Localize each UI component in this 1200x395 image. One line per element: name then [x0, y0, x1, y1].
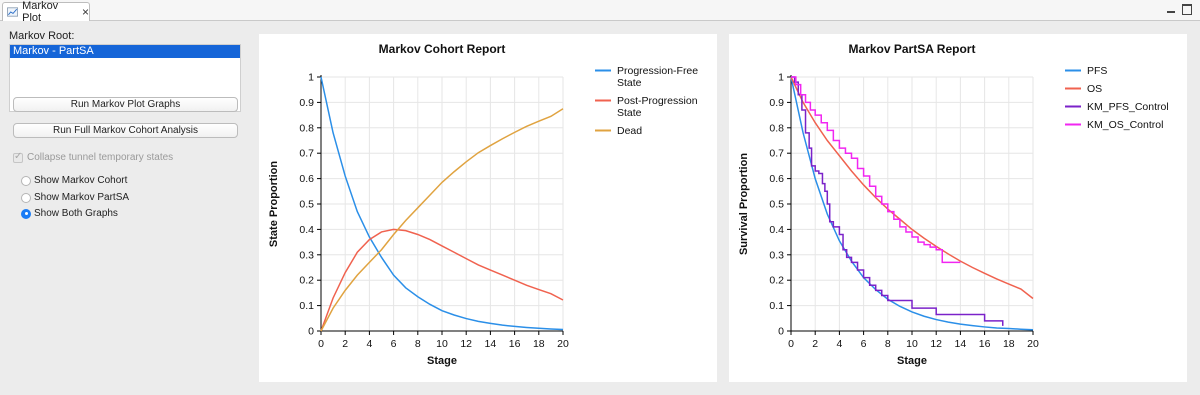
radio-label: Show Markov Cohort — [34, 175, 128, 186]
x-tick-label: 6 — [861, 338, 867, 350]
x-tick-label: 0 — [788, 338, 794, 350]
y-tick-label: 0.7 — [299, 148, 314, 160]
x-tick-label: 6 — [391, 338, 397, 350]
x-tick-label: 18 — [1003, 338, 1015, 350]
x-tick-label: 14 — [485, 338, 497, 350]
partsa-chart-panel: Markov PartSA Report 0 0.1 0.2 0.3 0.4 0.5 0.6 0… — [729, 34, 1187, 382]
legend-label: Progression-Free State — [617, 65, 698, 89]
run-markov-plot-graphs-button[interactable]: Run Markov Plot Graphs — [13, 97, 238, 112]
tab-bar: Markov Plot × — [0, 0, 1200, 24]
partsa-chart: Markov PartSA Report 0 0.1 0.2 0.3 0.4 0.5 0.6 0… — [738, 42, 1169, 367]
x-tick-label: 4 — [366, 338, 372, 350]
legend-label: KM_OS_Control — [1087, 119, 1163, 131]
list-item[interactable]: Markov - PartSA — [10, 45, 240, 58]
y-tick-label: 0.3 — [769, 249, 784, 261]
cohort-chart-panel: Markov Cohort Report 0 0.1 0.2 0.3 0.4 0.5 0.6 0… — [259, 34, 717, 382]
maximize-button[interactable] — [1182, 4, 1192, 15]
legend-label: PFS — [1087, 65, 1107, 77]
y-tick-label: 0.2 — [299, 275, 314, 287]
y-tick-label: 0.6 — [769, 173, 784, 185]
y-tick-label: 0.6 — [299, 173, 314, 185]
tab-label: Markov Plot — [22, 0, 59, 24]
x-tick-label: 20 — [557, 338, 569, 350]
y-tick-label: 0.5 — [769, 199, 784, 211]
x-tick-label: 12 — [930, 338, 942, 350]
y-tick-label: 1 — [778, 72, 784, 84]
chart-title: Markov Cohort Report — [379, 42, 506, 56]
x-axis-label: Stage — [427, 355, 457, 367]
y-axis-label: State Proportion — [268, 161, 280, 247]
x-tick-label: 10 — [436, 338, 448, 350]
radio-label: Show Both Graphs — [34, 208, 118, 219]
minimize-button[interactable] — [1166, 4, 1176, 14]
x-tick-label: 4 — [836, 338, 842, 350]
radio-show-markov-cohort[interactable]: Show Markov Cohort — [21, 175, 127, 186]
radio-show-markov-partsa[interactable]: Show Markov PartSA — [21, 192, 129, 203]
y-tick-label: 0.9 — [299, 97, 314, 109]
x-tick-label: 14 — [955, 338, 967, 350]
x-tick-label: 10 — [906, 338, 918, 350]
x-tick-label: 18 — [533, 338, 545, 350]
collapse-tunnel-label: Collapse tunnel temporary states — [27, 152, 174, 163]
line-chart-icon — [7, 7, 19, 17]
x-axis-label: Stage — [897, 355, 927, 367]
collapse-tunnel-checkbox[interactable]: Collapse tunnel temporary states — [13, 151, 174, 163]
y-tick-label: 0.7 — [769, 148, 784, 160]
x-tick-label: 12 — [460, 338, 472, 350]
radio-label: Show Markov PartSA — [34, 192, 130, 203]
y-tick-label: 0.8 — [769, 122, 784, 134]
y-axis-label: Survival Proportion — [738, 153, 750, 255]
cohort-chart: Markov Cohort Report 0 0.1 0.2 0.3 0.4 0.5 0.6 0… — [268, 42, 698, 367]
x-tick-label: 2 — [342, 338, 348, 350]
y-tick-label: 0.3 — [299, 249, 314, 261]
radio-show-both-graphs[interactable]: Show Both Graphs — [21, 208, 118, 219]
y-tick-label: 0.8 — [299, 122, 314, 134]
y-tick-label: 0.1 — [769, 300, 784, 312]
left-panel: Markov Root: Markov - PartSA Run Markov … — [0, 22, 250, 392]
y-tick-label: 0 — [778, 326, 784, 338]
radio-selected-icon[interactable] — [21, 208, 31, 219]
x-tick-label: 20 — [1027, 338, 1039, 350]
series-line-km-os-control — [791, 76, 961, 264]
y-tick-label: 0.4 — [299, 224, 314, 236]
chart-title: Markov PartSA Report — [849, 42, 976, 56]
y-tick-label: 0.2 — [769, 275, 784, 287]
markov-plot-window: Markov Plot × Markov Root: Markov - Part… — [0, 0, 1200, 395]
legend-label: Post-Progression State — [617, 95, 698, 119]
x-tick-label: 0 — [318, 338, 324, 350]
x-tick-label: 16 — [979, 338, 991, 350]
x-tick-label: 2 — [812, 338, 818, 350]
y-tick-label: 0.9 — [769, 97, 784, 109]
y-tick-label: 0.4 — [769, 224, 784, 236]
radio-icon[interactable] — [21, 192, 31, 203]
y-tick-label: 0 — [308, 326, 314, 338]
markov-root-label: Markov Root: — [9, 30, 75, 42]
y-tick-label: 0.1 — [299, 300, 314, 312]
x-tick-label: 8 — [415, 338, 421, 350]
run-full-analysis-button[interactable]: Run Full Markov Cohort Analysis — [13, 123, 238, 138]
close-icon[interactable]: × — [82, 6, 89, 18]
y-tick-label: 0.5 — [299, 199, 314, 211]
legend-label: KM_PFS_Control — [1087, 101, 1169, 113]
x-tick-label: 16 — [509, 338, 521, 350]
y-tick-label: 1 — [308, 72, 314, 84]
x-tick-label: 8 — [885, 338, 891, 350]
legend-label: Dead — [617, 125, 642, 137]
checkbox-icon[interactable] — [13, 151, 23, 163]
radio-icon[interactable] — [21, 175, 31, 186]
legend-label: OS — [1087, 83, 1102, 95]
tab-markov-plot[interactable]: Markov Plot × — [2, 0, 90, 24]
